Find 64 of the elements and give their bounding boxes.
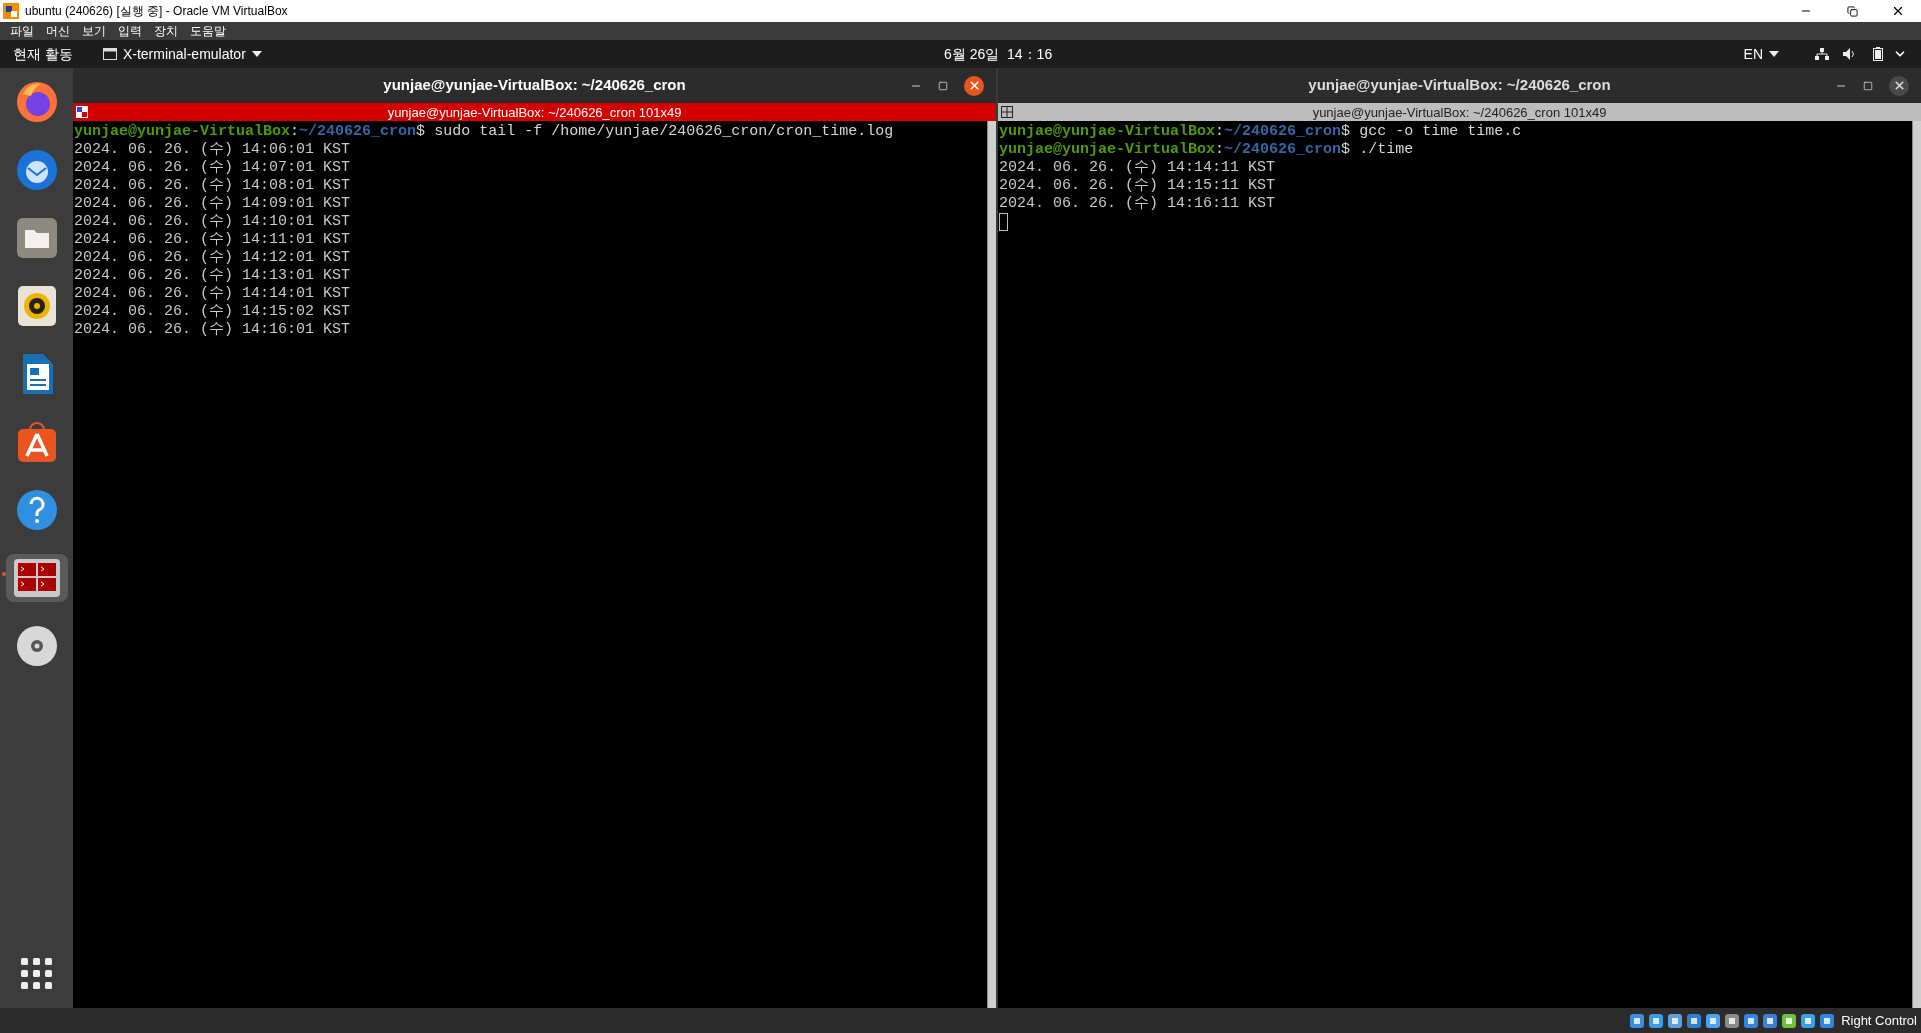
output-line: 2024. 06. 26. (수) 14:11:01 KST — [74, 231, 352, 249]
output-line: 2024. 06. 26. (수) 14:16:01 KST — [74, 321, 352, 339]
battery-icon — [1873, 47, 1883, 61]
command-line: yunjae@yunjae-VirtualBox:~/240626_cron$ ./time — [999, 141, 1415, 159]
menu-item[interactable]: 머신 — [46, 25, 70, 37]
menu-item[interactable]: 장치 — [154, 25, 178, 37]
clock[interactable]: 6월 26일 14：16 — [944, 43, 1053, 65]
output-line: 2024. 06. 26. (수) 14:06:01 KST — [74, 141, 352, 159]
dropdown-arrow-icon — [251, 51, 262, 57]
maximize-icon — [938, 80, 948, 91]
maximize-button[interactable] — [1863, 80, 1873, 91]
command-line: yunjae@yunjae-VirtualBox:~/240626_cron$ gcc -o time time.c — [999, 123, 1523, 141]
tab-title: yunjae@yunjae-VirtualBox: ~/240626_cron 101x49 — [387, 105, 682, 119]
tab-title: yunjae@yunjae-VirtualBox: ~/240626_cron 101x49 — [1312, 105, 1607, 119]
maximize-button[interactable] — [938, 80, 948, 91]
window-icon — [102, 48, 117, 60]
mail-icon — [14, 148, 59, 192]
output-line: 2024. 06. 26. (수) 14:07:01 KST — [74, 159, 352, 177]
output-line: 2024. 06. 26. (수) 14:09:01 KST — [74, 195, 352, 213]
restore-icon — [1846, 5, 1858, 17]
output-line: 2024. 06. 26. (수) 14:08:01 KST — [74, 177, 352, 195]
window-title: yunjae@yunjae-VirtualBox: ~/240626_cron — [383, 75, 686, 96]
window-title: yunjae@yunjae-VirtualBox: ~/240626_cron — [1308, 75, 1611, 96]
dropdown-arrow-icon — [1769, 51, 1779, 57]
terminal-tab[interactable]: yunjae@yunjae-VirtualBox: ~/240626_cron 101x49 — [998, 103, 1921, 121]
menu-item[interactable]: 파일 — [10, 25, 34, 37]
terminal-icon — [12, 558, 61, 598]
output-line: 2024. 06. 26. (수) 14:13:01 KST — [74, 267, 352, 285]
running-indicator — [1, 572, 6, 576]
output-line: 2024. 06. 26. (수) 14:16:11 KST — [999, 195, 1277, 213]
close-icon — [967, 79, 981, 92]
browser-icon — [14, 80, 59, 124]
window-icon — [76, 106, 88, 118]
close-icon — [1892, 79, 1906, 92]
output-line: 2024. 06. 26. (수) 14:15:02 KST — [74, 303, 352, 321]
close-button[interactable] — [1889, 75, 1909, 96]
grid-icon — [20, 958, 53, 990]
app-menu[interactable]: X-terminal-emulator — [102, 43, 262, 65]
host-key-label: Right Control — [1841, 1011, 1917, 1030]
host-window-title: ubuntu (240626) [실행 중] - Oracle VM VirtualBox — [25, 3, 288, 20]
output-line: 2024. 06. 26. (수) 14:10:01 KST — [74, 213, 352, 231]
help-icon — [14, 488, 59, 532]
language-menu[interactable]: EN — [1743, 43, 1779, 65]
close-button[interactable] — [964, 75, 984, 96]
scrollbar[interactable] — [987, 121, 996, 1008]
output-line: 2024. 06. 26. (수) 14:12:01 KST — [74, 249, 352, 267]
terminal-tab[interactable]: yunjae@yunjae-VirtualBox: ~/240626_cron 101x49 — [73, 103, 996, 121]
menu-item[interactable]: 입력 — [118, 25, 142, 37]
disc-icon — [14, 624, 59, 668]
grid-icon — [1001, 106, 1013, 118]
maximize-icon — [1863, 80, 1873, 91]
dock-item[interactable] — [5, 554, 68, 602]
app-icon — [3, 3, 19, 19]
output-line: 2024. 06. 26. (수) 14:14:11 KST — [999, 159, 1277, 177]
activities-button[interactable]: 현재 활동 — [13, 43, 73, 65]
menu-item[interactable]: 보기 — [82, 25, 106, 37]
output-line: 2024. 06. 26. (수) 14:15:11 KST — [999, 177, 1277, 195]
scrollbar[interactable] — [1912, 121, 1921, 1008]
menu-item[interactable]: 도움말 — [190, 25, 226, 37]
folder-icon — [14, 216, 59, 260]
output-line: 2024. 06. 26. (수) 14:14:01 KST — [74, 285, 352, 303]
command-line: yunjae@yunjae-VirtualBox:~/240626_cron$ sudo tail -f /home/yunjae/240626_cron/cron_time.log — [74, 123, 895, 141]
close-icon — [1891, 4, 1905, 18]
volume-icon — [1843, 48, 1857, 60]
